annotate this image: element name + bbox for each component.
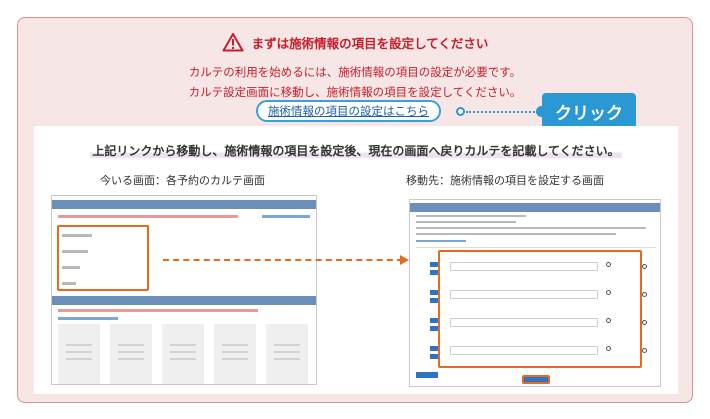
thumb-warning-line: [58, 309, 258, 312]
caption-destination-screen: 移動先：施術情報の項目を設定する画面: [406, 174, 604, 187]
thumb-image-placeholder: [58, 324, 100, 384]
settings-link-highlight[interactable]: 施術情報の項目の設定はこちら: [256, 100, 441, 122]
connector-dot-end: [456, 107, 465, 116]
thumb-section-bar: [410, 203, 660, 212]
thumb-move-button: [430, 262, 438, 267]
thumb-field: [450, 318, 598, 327]
notice-message-line1: カルテの利用を始めるには、施術情報の項目の設定が必要です。: [188, 65, 522, 79]
notice-title: まずは施術情報の項目を設定してください: [251, 35, 489, 51]
warning-icon: [222, 33, 244, 52]
thumb-move-button: [430, 354, 438, 359]
guide-instruction-text: 上記リンクから移動し、施術情報の項目を設定後、現在の画面へ戻りカルテを記載してく…: [90, 144, 622, 158]
thumb-field: [450, 346, 598, 355]
notice-header: まずは施術情報の項目を設定してください: [18, 32, 692, 52]
arrow-right-icon: [400, 255, 409, 265]
thumb-text-line: [416, 227, 646, 229]
thumb-radio: [606, 290, 611, 295]
thumb-field: [450, 262, 598, 271]
thumb-section-bar: [52, 296, 316, 305]
thumb-section-bar: [52, 200, 316, 209]
thumb-save-button: [522, 375, 550, 384]
thumb-warning-line: [58, 215, 238, 218]
current-screen-thumbnail: [51, 195, 317, 385]
thumb-radio: [606, 318, 611, 323]
thumb-image-placeholder: [110, 324, 152, 384]
thumb-field: [450, 290, 598, 299]
destination-screen-thumbnail: [409, 199, 661, 387]
thumb-text-line: [416, 215, 526, 217]
thumb-text-line: [416, 233, 616, 235]
click-badge: クリック: [542, 93, 636, 129]
thumb-close-icon: [642, 320, 647, 325]
treatment-settings-link[interactable]: 施術情報の項目の設定はこちら: [268, 103, 429, 119]
thumb-close-icon: [642, 264, 647, 269]
thumb-link-line: [416, 240, 466, 242]
guide-instruction: 上記リンクから移動し、施術情報の項目を設定後、現在の画面へ戻りカルテを記載してく…: [34, 142, 678, 159]
thumb-table-header: [416, 247, 656, 248]
thumb-move-button: [430, 270, 438, 275]
connector-dotted-line: [466, 111, 538, 113]
thumb-radio: [606, 262, 611, 267]
thumb-image-placeholder: [266, 324, 308, 384]
thumb-image-placeholder: [162, 324, 204, 384]
thumb-move-button: [430, 298, 438, 303]
thumb-move-button: [430, 290, 438, 295]
thumb-radio: [606, 346, 611, 351]
notice-panel: まずは施術情報の項目を設定してください カルテの利用を始めるには、施術情報の項目…: [17, 17, 693, 403]
thumb-move-button: [430, 346, 438, 351]
thumb-close-icon: [642, 292, 647, 297]
thumb-link-line: [262, 215, 310, 218]
thumb-image-placeholder: [214, 324, 256, 384]
guide-panel: 上記リンクから移動し、施術情報の項目を設定後、現在の画面へ戻りカルテを記載してく…: [34, 126, 678, 394]
thumb-close-icon: [642, 348, 647, 353]
thumb-move-button: [430, 318, 438, 323]
thumb-move-button: [430, 326, 438, 331]
thumb-add-button: [416, 372, 438, 378]
transition-arrow-line: [163, 259, 403, 261]
thumb-highlight-box: [57, 225, 149, 291]
thumb-link-line: [58, 317, 118, 320]
caption-current-screen: 今いる画面：各予約のカルテ画面: [100, 174, 265, 187]
thumb-text-line: [416, 221, 516, 223]
